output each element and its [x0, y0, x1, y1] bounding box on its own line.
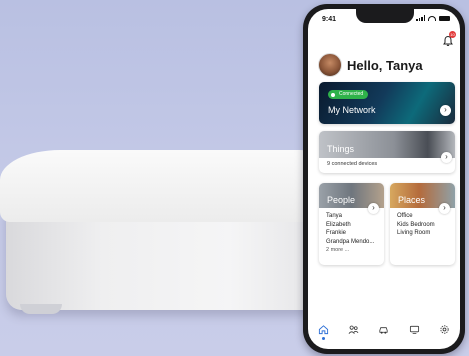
- things-subtitle: 9 connected devices: [327, 161, 378, 167]
- greeting-title: Hello, Tanya: [347, 57, 423, 73]
- nav-tv[interactable]: [407, 322, 421, 336]
- places-title: Places: [398, 195, 426, 205]
- chevron-right-icon[interactable]: ›: [439, 203, 450, 214]
- list-item: Office: [397, 213, 413, 219]
- status-icons: [416, 15, 450, 21]
- list-item: Grandpa Mendo...: [326, 238, 375, 245]
- active-indicator: [321, 337, 325, 340]
- people-card[interactable]: People › Tanya Elizabeth Frankie Grandpa…: [319, 183, 384, 265]
- phone-screen: 9:41 10 Hello, Tanya Connected My Networ…: [308, 9, 460, 349]
- status-time: 9:41: [322, 16, 337, 23]
- home-icon: [318, 324, 328, 334]
- tv-icon: [409, 325, 419, 334]
- router-device: [0, 150, 330, 320]
- phone-notch: [356, 9, 414, 23]
- list-item: Elizabeth: [326, 221, 351, 228]
- list-item: Tanya: [326, 213, 343, 219]
- car-icon: [379, 326, 389, 334]
- my-network-card[interactable]: Connected My Network ›: [319, 82, 455, 124]
- things-card[interactable]: Things 9 connected devices ›: [319, 131, 455, 173]
- more-people-link[interactable]: 2 more ...: [326, 246, 374, 255]
- router-foot: [20, 304, 62, 314]
- phone: 9:41 10 Hello, Tanya Connected My Networ…: [303, 4, 465, 354]
- wifi-icon: [428, 15, 436, 21]
- things-title: Things: [327, 144, 355, 154]
- gear-icon: [440, 324, 449, 334]
- battery-icon: [439, 15, 450, 21]
- nav-settings[interactable]: [438, 322, 452, 336]
- nav-home[interactable]: [316, 322, 330, 340]
- list-item: Living Room: [397, 230, 431, 236]
- notifications-button[interactable]: 10: [442, 31, 456, 46]
- nav-car[interactable]: [377, 322, 391, 336]
- my-network-title: My Network: [328, 105, 376, 115]
- signal-icon: [416, 15, 425, 21]
- places-card[interactable]: Places › Office Kids Bedroom Living Room: [390, 183, 455, 265]
- greeting-header: Hello, Tanya: [318, 53, 423, 77]
- chevron-right-icon[interactable]: ›: [440, 105, 451, 116]
- list-item: Kids Bedroom: [397, 221, 435, 228]
- bottom-nav: [308, 315, 460, 343]
- places-list: Office Kids Bedroom Living Room: [397, 212, 435, 238]
- people-title: People: [327, 195, 356, 205]
- chevron-right-icon[interactable]: ›: [441, 152, 452, 163]
- people-icon: [348, 325, 359, 334]
- router-top: [0, 150, 330, 222]
- list-item: Frankie: [326, 230, 347, 236]
- people-list: Tanya Elizabeth Frankie Grandpa Mendo...…: [326, 212, 374, 255]
- connected-badge: Connected: [328, 90, 369, 99]
- avatar[interactable]: [318, 53, 342, 77]
- notification-badge: 10: [449, 31, 456, 38]
- nav-people[interactable]: [347, 322, 361, 336]
